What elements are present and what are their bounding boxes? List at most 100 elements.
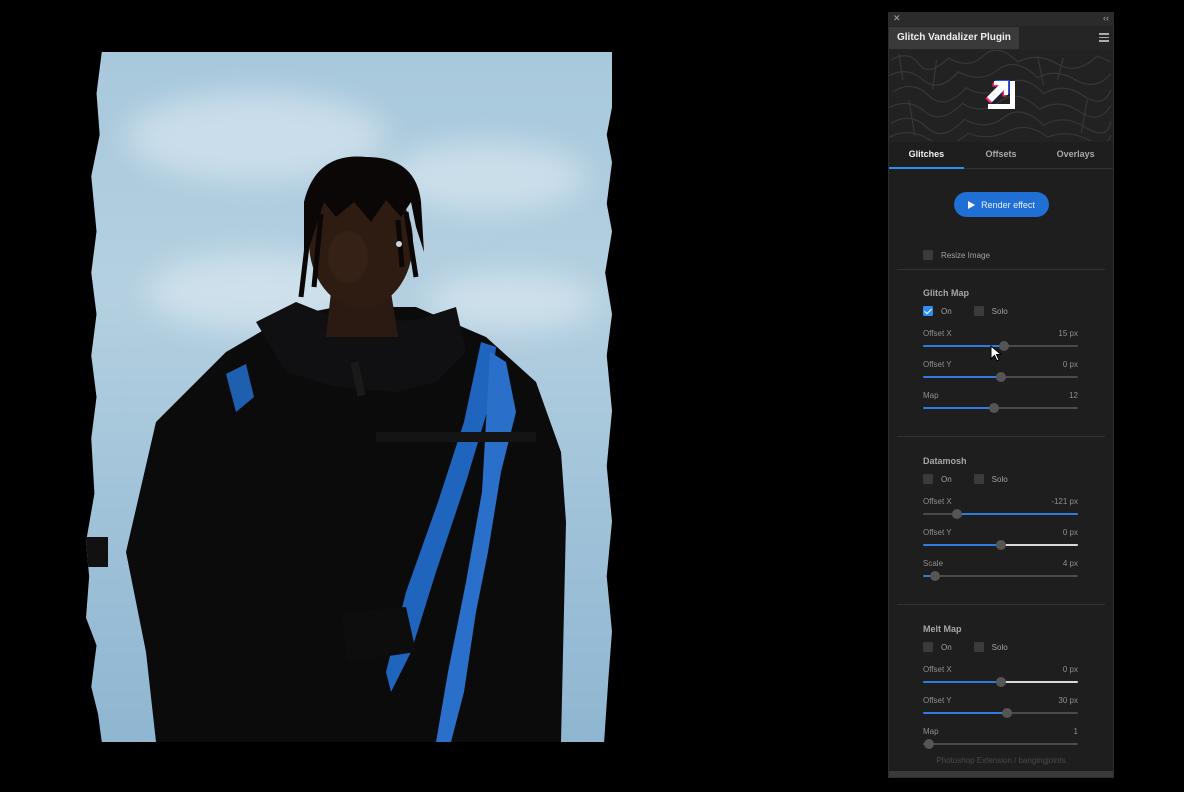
slider-track[interactable]	[923, 708, 1078, 718]
slider-value: 0 px	[1062, 665, 1078, 674]
on-label: On	[941, 474, 952, 484]
play-icon	[968, 200, 976, 209]
slider-value: 30 px	[1058, 696, 1078, 705]
slider-label: Offset Y	[923, 696, 952, 705]
slider-track[interactable]	[923, 571, 1078, 581]
slider-label: Offset X	[923, 665, 952, 674]
slider-label: Map	[923, 391, 939, 400]
slider-track[interactable]	[923, 509, 1078, 519]
on-toggle[interactable]: On	[923, 474, 952, 484]
section-title: Datamosh	[923, 456, 967, 466]
slider-label: Offset X	[923, 329, 952, 338]
subject-figure	[86, 156, 566, 742]
resize-image-label: Resize Image	[941, 250, 990, 260]
slider-thumb[interactable]	[995, 540, 1006, 550]
solo-label: Solo	[991, 642, 1008, 652]
slider-value: 15 px	[1058, 329, 1078, 338]
divider	[897, 604, 1105, 605]
solo-toggle[interactable]: Solo	[973, 474, 1008, 484]
tab-glitches[interactable]: Glitches	[889, 142, 964, 169]
section-title: Glitch Map	[923, 288, 970, 298]
slider-fill-right	[1000, 681, 1078, 683]
solo-checkbox[interactable]	[973, 474, 984, 484]
slider: Map 1	[923, 727, 1078, 749]
solo-checkbox[interactable]	[973, 642, 984, 652]
slider-track[interactable]	[923, 739, 1078, 749]
on-label: On	[941, 642, 952, 652]
slider-label: Offset Y	[923, 528, 952, 537]
on-label: On	[941, 306, 952, 316]
tab-bar: Glitches Offsets Overlays	[889, 142, 1113, 169]
on-checkbox[interactable]	[923, 474, 933, 484]
slider-fill	[923, 712, 1007, 714]
canvas-image	[86, 52, 612, 742]
slider-label: Offset X	[923, 497, 952, 506]
slider-track[interactable]	[923, 372, 1078, 382]
slider-fill-right	[1000, 544, 1078, 546]
slider-label: Scale	[923, 559, 944, 568]
slider-thumb[interactable]	[995, 677, 1006, 687]
solo-label: Solo	[991, 474, 1008, 484]
tab-offsets[interactable]: Offsets	[964, 142, 1039, 168]
section-title: Melt Map	[923, 624, 962, 634]
slider-value: 4 px	[1062, 559, 1078, 568]
slider-track[interactable]	[923, 540, 1078, 550]
resize-image-row: Resize Image	[923, 250, 990, 260]
on-toggle[interactable]: On	[923, 306, 952, 316]
slider: Offset Y 30 px	[923, 696, 1078, 718]
panel-title-tab[interactable]: Glitch Vandalizer Plugin	[889, 27, 1019, 49]
slider: Offset X -121 px	[923, 497, 1078, 519]
slider-track[interactable]	[923, 403, 1078, 413]
slider-label: Map	[923, 727, 939, 736]
solo-checkbox[interactable]	[973, 306, 984, 316]
tab-overlays[interactable]: Overlays	[1038, 142, 1113, 168]
section-toggle-row: On Solo	[923, 474, 1030, 484]
cursor-icon	[990, 345, 1003, 362]
slider-track[interactable]	[923, 677, 1078, 687]
plugin-panel: ✕ ‹‹ Glitch Vandalizer Plugin Glitches O…	[888, 12, 1114, 778]
slider-label: Offset Y	[923, 360, 952, 369]
collapse-icon[interactable]: ‹‹	[1103, 13, 1109, 23]
slider: Map 12	[923, 391, 1078, 413]
slider-thumb[interactable]	[995, 372, 1006, 382]
slider-fill	[923, 376, 1001, 378]
slider: Scale 4 px	[923, 559, 1078, 581]
render-effect-button[interactable]: Render effect	[954, 192, 1049, 217]
slider-thumb[interactable]	[989, 403, 1000, 413]
slider-thumb[interactable]	[1001, 708, 1012, 718]
section-toggle-row: On Solo	[923, 306, 1030, 316]
slider-value: -121 px	[1051, 497, 1078, 506]
panel-topbar: ✕ ‹‹	[889, 13, 1113, 26]
footer-text: Photoshop Extension / bangingjoints	[936, 756, 1066, 765]
slider-value: 0 px	[1062, 528, 1078, 537]
logo-icon	[985, 80, 1015, 109]
divider	[897, 436, 1105, 437]
slider-value: 1	[1073, 727, 1078, 736]
plugin-banner	[889, 50, 1113, 142]
slider-fill	[923, 407, 995, 409]
slider-thumb[interactable]	[930, 571, 941, 581]
slider-fill	[923, 544, 1001, 546]
on-toggle[interactable]: On	[923, 642, 952, 652]
on-checkbox[interactable]	[923, 306, 933, 316]
slider: Offset Y 0 px	[923, 528, 1078, 550]
divider	[897, 269, 1105, 270]
close-icon[interactable]: ✕	[893, 13, 901, 24]
on-checkbox[interactable]	[923, 642, 933, 652]
panel-scrollbar[interactable]	[889, 771, 1113, 777]
solo-label: Solo	[991, 306, 1008, 316]
solo-toggle[interactable]: Solo	[973, 306, 1008, 316]
section-toggle-row: On Solo	[923, 642, 1030, 652]
menu-icon[interactable]	[1099, 33, 1109, 42]
slider-value: 12	[1069, 391, 1078, 400]
slider-fill	[923, 681, 1001, 683]
slider-value: 0 px	[1062, 360, 1078, 369]
solo-toggle[interactable]: Solo	[973, 642, 1008, 652]
panel-titlebar: Glitch Vandalizer Plugin	[889, 26, 1113, 50]
resize-image-checkbox[interactable]	[923, 250, 933, 260]
render-effect-label: Render effect	[981, 199, 1035, 210]
slider-thumb[interactable]	[924, 739, 935, 749]
slider: Offset X 0 px	[923, 665, 1078, 687]
slider-thumb[interactable]	[952, 509, 963, 519]
slider-fill	[957, 513, 1078, 515]
